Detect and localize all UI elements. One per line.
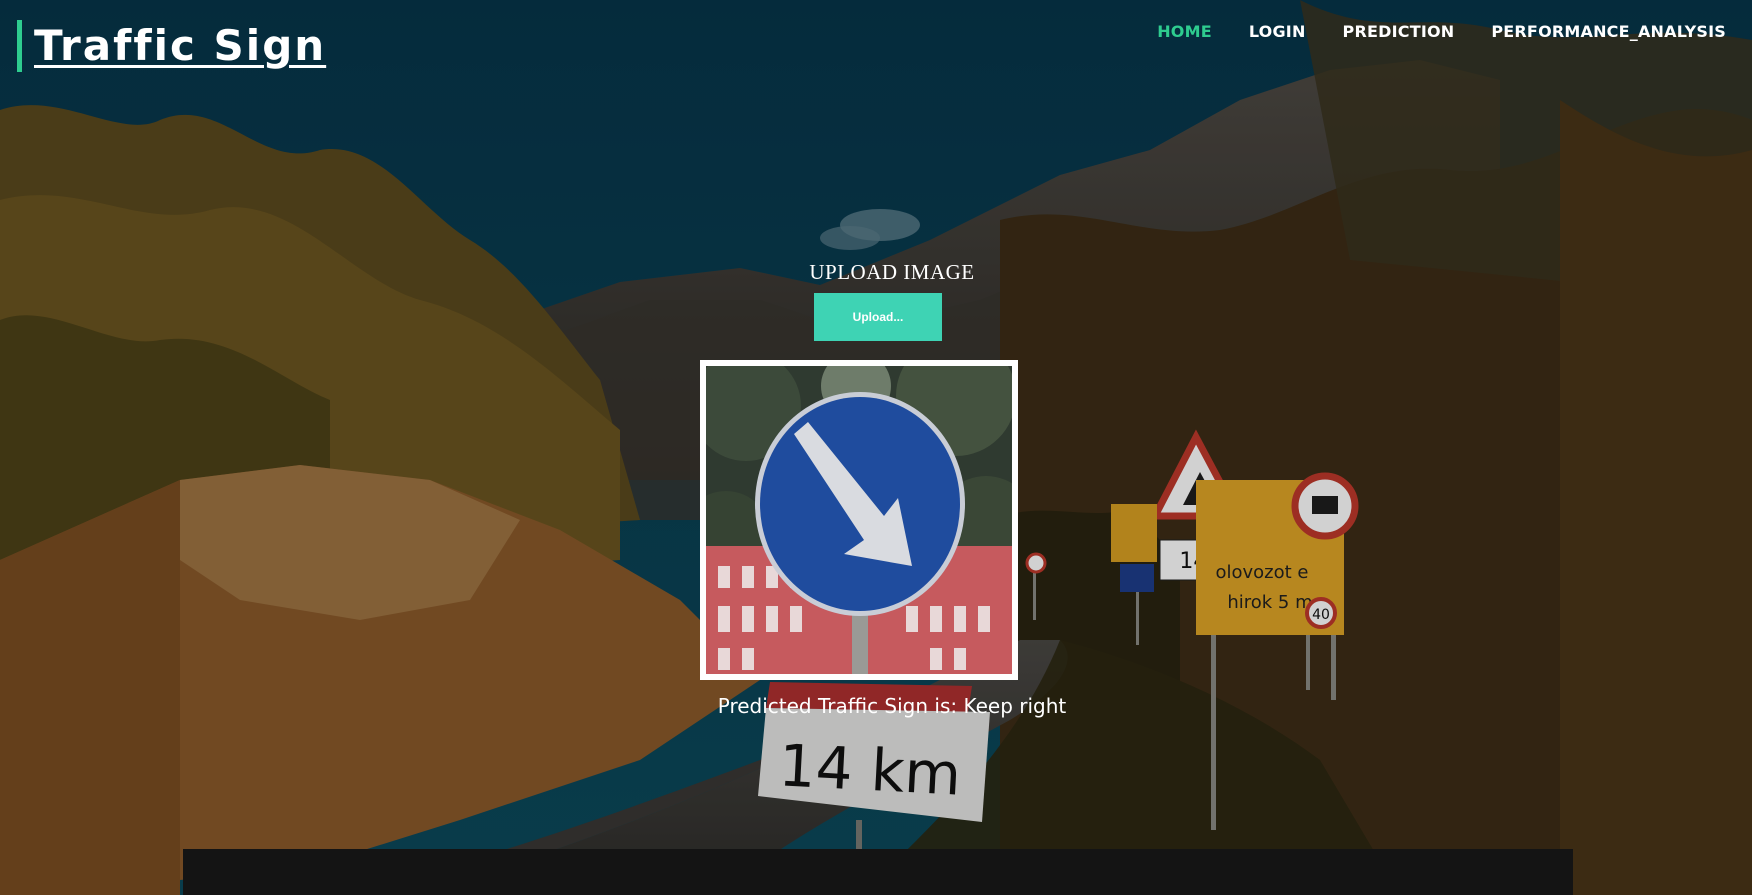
page: 14 km hirok 5 m olovozot e 40 14 km Traf… [0, 0, 1752, 895]
upload-button[interactable]: Upload... [814, 293, 942, 341]
nav-item-performance-analysis[interactable]: PERFORMANCE_ANALYSIS [1491, 22, 1726, 41]
nav-item-prediction[interactable]: PREDICTION [1343, 22, 1455, 41]
prediction-result-text: Predicted Traffic Sign is: Keep right [717, 694, 1067, 718]
nav-item-login[interactable]: LOGIN [1249, 22, 1306, 41]
brand-title[interactable]: Traffic Sign [34, 25, 326, 67]
brand-logo[interactable]: Traffic Sign [17, 20, 326, 72]
footer-band [183, 849, 1573, 895]
main-nav: HOME LOGIN PREDICTION PERFORMANCE_ANALYS… [1157, 22, 1726, 41]
keep-right-sign-image [706, 366, 1012, 674]
uploaded-image-frame [700, 360, 1018, 680]
upload-title: UPLOAD IMAGE [809, 260, 975, 284]
nav-item-home[interactable]: HOME [1157, 22, 1212, 41]
